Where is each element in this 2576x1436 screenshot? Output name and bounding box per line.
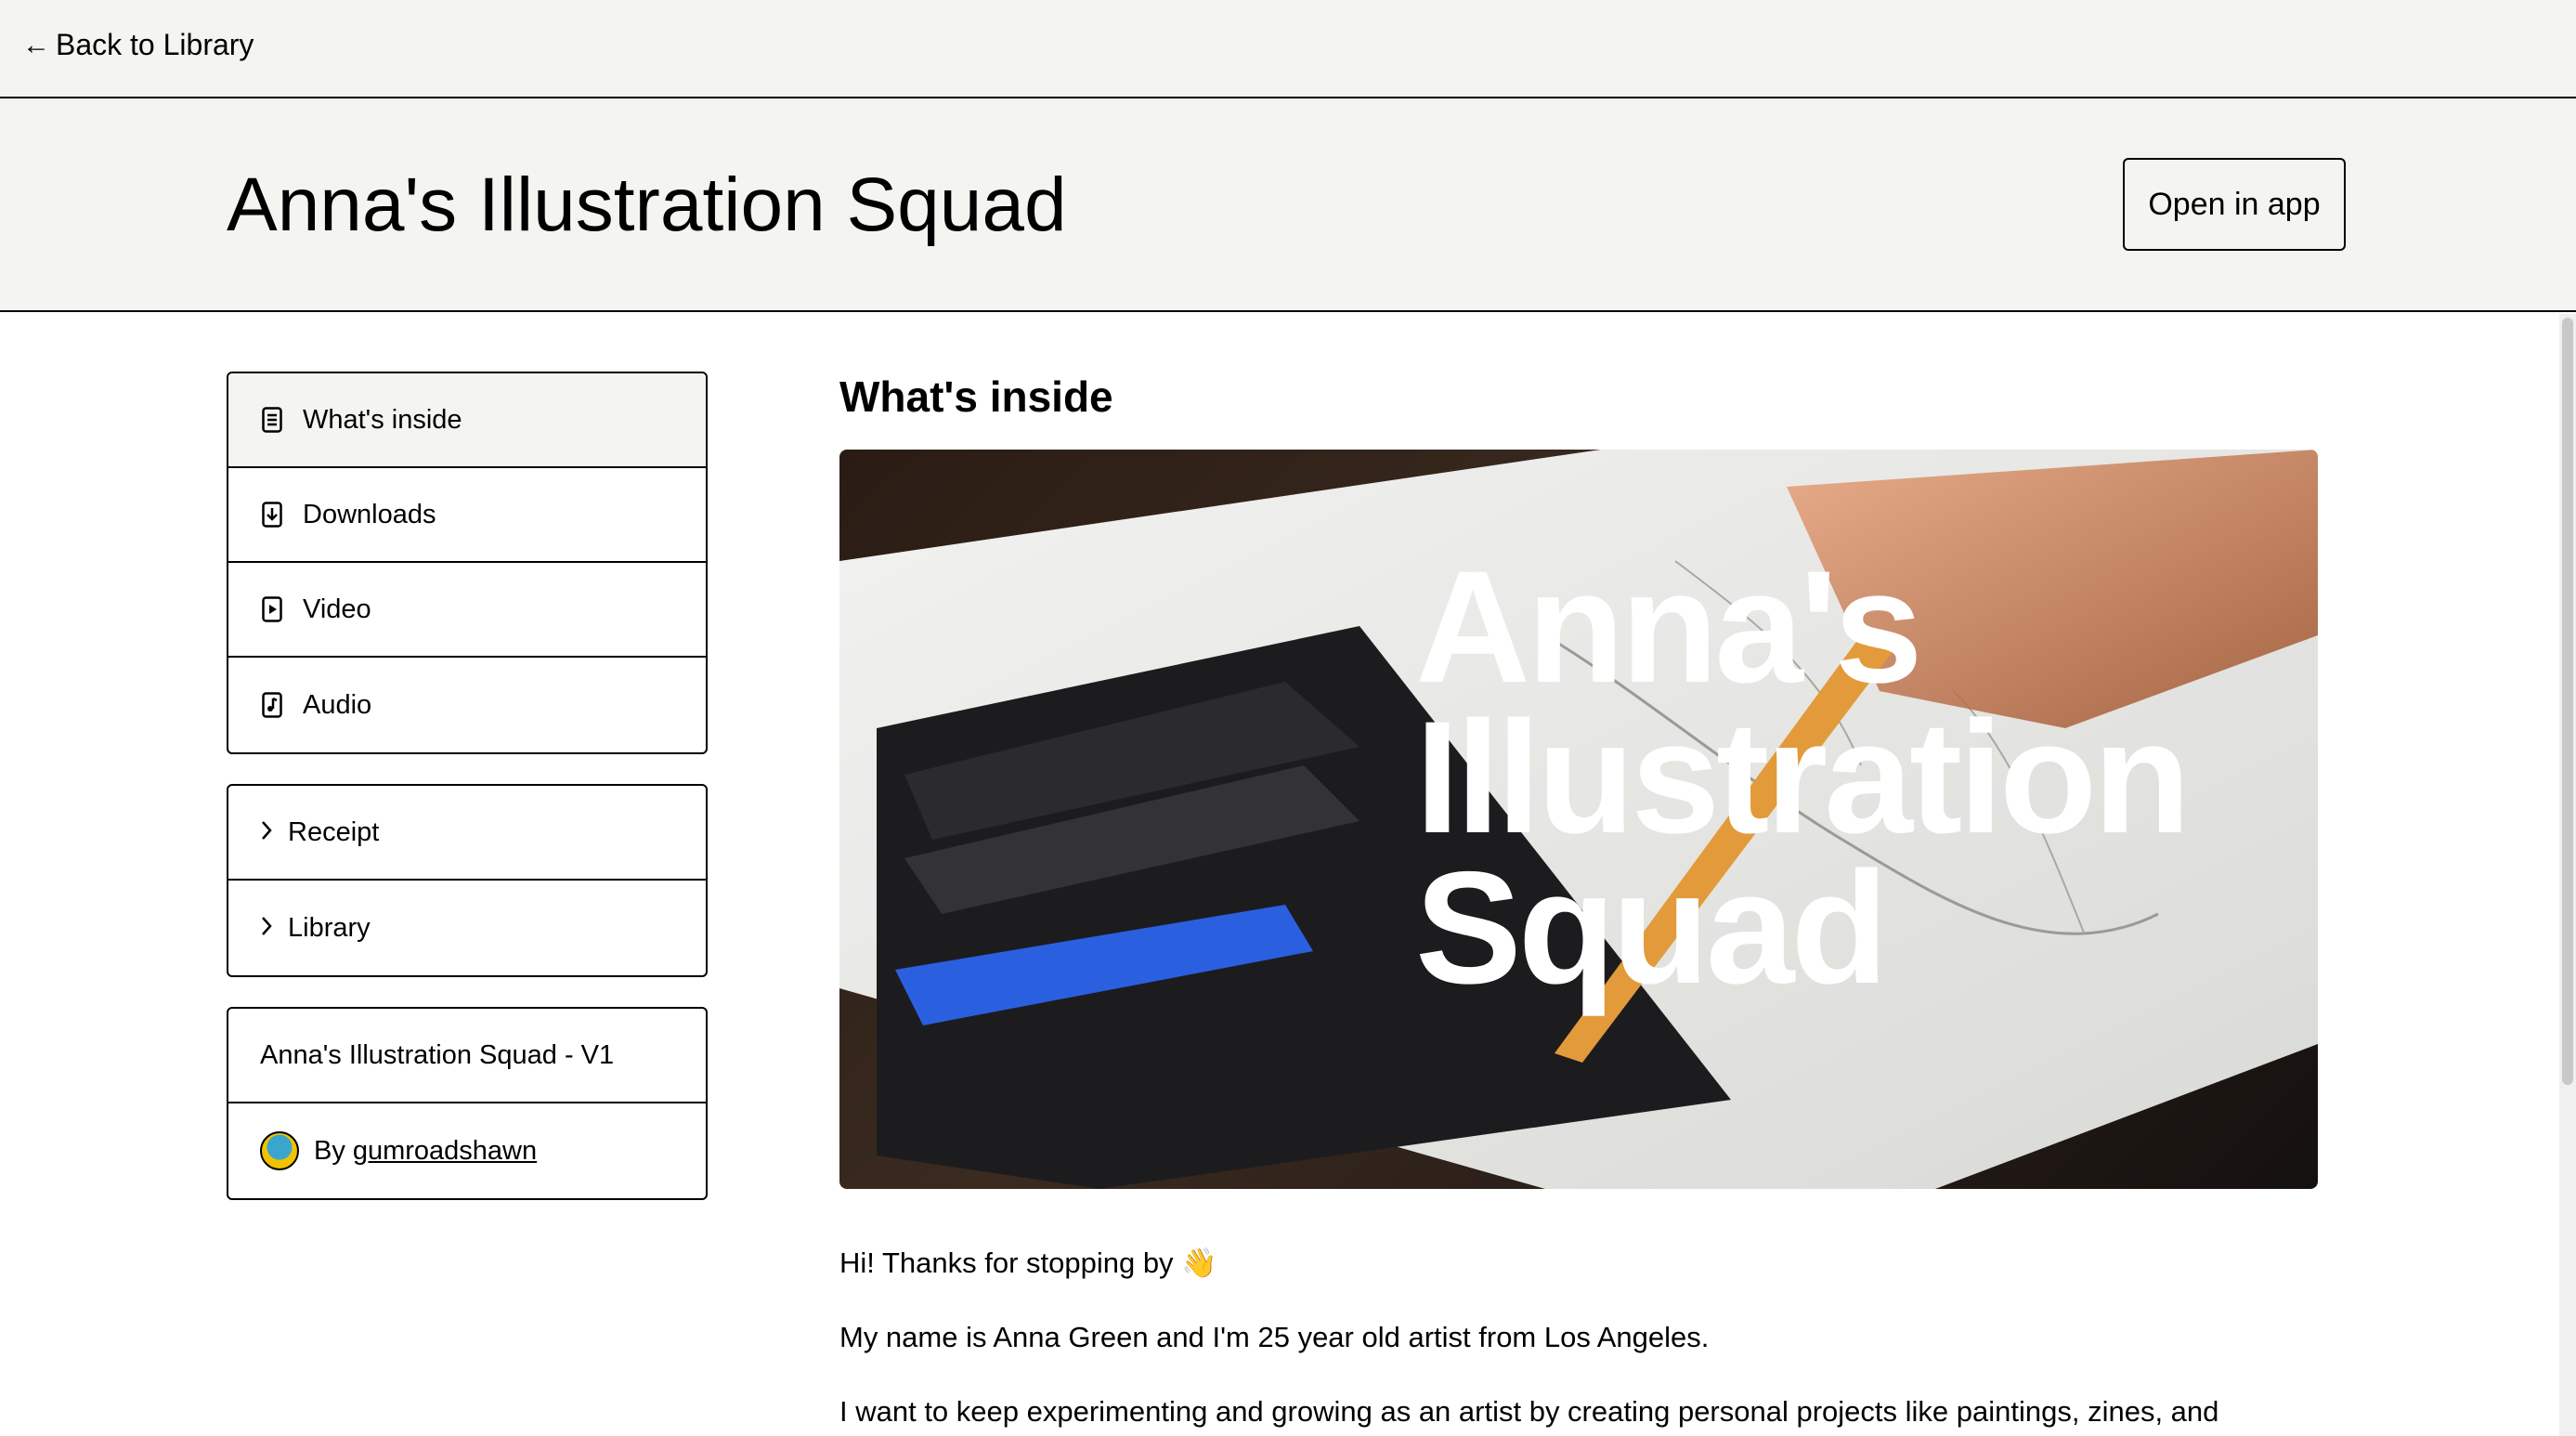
section-title: What's inside — [839, 372, 1113, 421]
back-link-label: Back to Library — [56, 28, 254, 61]
paragraph: My name is Anna Green and I'm 25 year ol… — [839, 1321, 1710, 1353]
cover-title-line: Anna's — [1415, 538, 1923, 716]
nav-item-downloads[interactable]: Downloads — [228, 468, 706, 563]
top-bar: ← Back to Library — [0, 0, 2576, 98]
scrollbar-thumb[interactable] — [2562, 318, 2573, 1085]
creator-row: By gumroadshawn — [228, 1103, 706, 1198]
download-icon — [260, 501, 284, 529]
sidebar: What's inside Downloads Video Audio Rece… — [227, 372, 708, 1230]
links-panel: Receipt Library — [227, 784, 708, 977]
nav-item-audio[interactable]: Audio — [228, 658, 706, 752]
cover-title-line: Illustration — [1415, 688, 2191, 867]
nav-item-video[interactable]: Video — [228, 563, 706, 658]
cover-image: Anna's Illustration Squad — [839, 450, 2318, 1189]
product-header: Anna's Illustration Squad Open in app — [0, 98, 2576, 312]
audio-icon — [260, 691, 284, 719]
nav-item-whats-inside[interactable]: What's inside — [228, 373, 706, 468]
paragraph: I want to keep experimenting and growing… — [839, 1395, 2219, 1428]
cover-title-line: Squad — [1415, 839, 1889, 1017]
cover-title: Anna's Illustration Squad — [1415, 538, 2191, 1017]
creator-link[interactable]: gumroadshawn — [353, 1136, 537, 1167]
nav-item-label: Downloads — [303, 499, 436, 529]
receipt-link[interactable]: Receipt — [228, 786, 706, 881]
content-nav-panel: What's inside Downloads Video Audio — [227, 372, 708, 754]
back-to-library-link[interactable]: ← Back to Library — [22, 28, 254, 62]
arrow-left-icon: ← — [22, 29, 50, 60]
receipt-label: Receipt — [288, 816, 380, 847]
open-in-app-button[interactable]: Open in app — [2123, 158, 2346, 251]
chevron-right-icon — [260, 912, 273, 944]
video-icon — [260, 595, 284, 623]
nav-item-label: Video — [303, 594, 371, 624]
paragraph: Hi! Thanks for stopping by 👋 — [839, 1247, 1217, 1279]
page-title: Anna's Illustration Squad — [227, 163, 1067, 247]
library-link[interactable]: Library — [228, 881, 706, 975]
product-version-label: Anna's Illustration Squad - V1 — [260, 1039, 615, 1070]
product-version: Anna's Illustration Squad - V1 — [228, 1009, 706, 1103]
document-icon — [260, 406, 284, 434]
avatar[interactable] — [260, 1131, 299, 1170]
main-content: What's inside Anna's Illustration Squad … — [839, 372, 2318, 1428]
library-label: Library — [288, 912, 371, 943]
nav-item-label: What's inside — [303, 404, 462, 435]
chevron-right-icon — [260, 816, 273, 848]
by-label: By — [314, 1135, 345, 1166]
nav-item-label: Audio — [303, 689, 372, 720]
product-info-panel: Anna's Illustration Squad - V1 By gumroa… — [227, 1007, 708, 1200]
